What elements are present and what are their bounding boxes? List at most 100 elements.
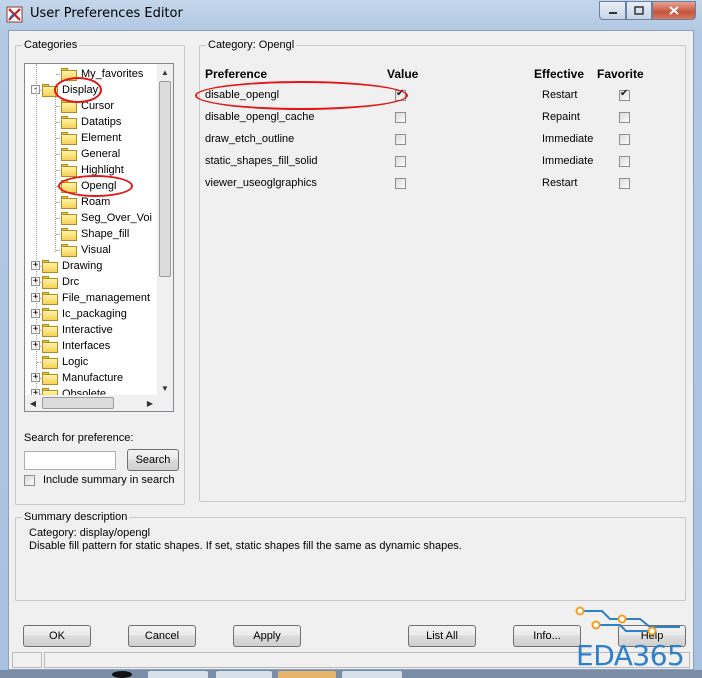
circuit-trace-icon <box>575 606 680 636</box>
favorite-checkbox[interactable] <box>619 134 630 145</box>
tree-node-highlight[interactable]: Highlight <box>53 162 125 178</box>
tree-node-drc[interactable]: Drc <box>34 274 80 290</box>
tree-node-interfaces[interactable]: Interfaces <box>34 338 111 354</box>
tree-node-file_management[interactable]: File_management <box>34 290 151 306</box>
close-button[interactable] <box>652 1 696 20</box>
scroll-up-icon[interactable]: ▲ <box>157 64 173 80</box>
taskbar-button[interactable] <box>342 671 402 678</box>
maximize-button[interactable] <box>626 1 652 20</box>
search-input[interactable] <box>24 451 116 470</box>
folder-icon <box>42 259 58 273</box>
preference-row[interactable]: draw_etch_outline Immediate <box>205 133 645 149</box>
folder-icon <box>42 291 58 305</box>
tree-node-display[interactable]: Display <box>34 82 99 98</box>
tree-node-visual[interactable]: Visual <box>53 242 112 258</box>
scrollbar-corner <box>157 395 173 411</box>
taskbar-button[interactable] <box>278 671 336 678</box>
favorite-checkbox[interactable] <box>619 178 630 189</box>
vertical-scroll-thumb[interactable] <box>159 81 171 277</box>
folder-icon <box>61 243 77 257</box>
category-tree[interactable]: My_favorites - Display Cursor Datatips Elemen… <box>24 63 174 412</box>
include-summary-option[interactable]: Include summary in search <box>24 474 174 486</box>
tree-node-label: Cursor <box>81 100 115 112</box>
favorite-checkbox[interactable] <box>619 156 630 167</box>
tree-node-my_favorites[interactable]: My_favorites <box>53 66 144 82</box>
tree-node-ic_packaging[interactable]: Ic_packaging <box>34 306 128 322</box>
preference-value-checkbox[interactable] <box>395 112 406 123</box>
taskbar-button[interactable] <box>216 671 272 678</box>
list-all-button[interactable]: List All <box>408 625 476 647</box>
cancel-button[interactable]: Cancel <box>128 625 196 647</box>
tree-vertical-scrollbar[interactable]: ▲ ▼ <box>157 64 173 396</box>
preference-row[interactable]: static_shapes_fill_solid Immediate <box>205 155 645 171</box>
include-summary-checkbox[interactable] <box>24 474 35 486</box>
tree-node-interactive[interactable]: Interactive <box>34 322 114 338</box>
category-legend: Category: Opengl <box>206 39 297 51</box>
tree-node-label: Ic_packaging <box>62 308 127 320</box>
tree-horizontal-scrollbar[interactable]: ◀ ▶ <box>25 395 158 411</box>
tree-node-label: My_favorites <box>81 68 144 80</box>
preference-name: viewer_useoglgraphics <box>205 177 317 189</box>
tree-node-seg_over_voi[interactable]: Seg_Over_Voi <box>53 210 153 226</box>
tree-node-label: Interfaces <box>62 340 111 352</box>
preference-value-checkbox[interactable] <box>395 88 406 101</box>
status-cell <box>12 652 42 668</box>
preference-row[interactable]: viewer_useoglgraphics Restart <box>205 177 645 193</box>
preference-effective: Immediate <box>542 133 594 145</box>
preference-row[interactable]: disable_opengl_cache Repaint <box>205 111 645 127</box>
eda365-logo: EDA365 <box>570 605 690 673</box>
horizontal-scroll-thumb[interactable] <box>42 397 114 409</box>
app-window: User Preferences Editor Categories My_fa… <box>0 0 702 678</box>
tree-node-label: Shape_fill <box>81 228 130 240</box>
tree-node-datatips[interactable]: Datatips <box>53 114 122 130</box>
preference-row[interactable]: disable_opengl Restart <box>205 88 645 105</box>
window-title: User Preferences Editor <box>30 6 183 21</box>
tree-node-cursor[interactable]: Cursor <box>53 98 115 114</box>
preference-effective: Immediate <box>542 155 594 167</box>
title-bar[interactable]: User Preferences Editor <box>0 0 702 30</box>
tree-node-opengl[interactable]: Opengl <box>53 178 117 194</box>
favorite-checkbox[interactable] <box>619 88 630 101</box>
taskbar-button[interactable] <box>148 671 208 678</box>
tree-viewport: My_favorites - Display Cursor Datatips Elemen… <box>25 64 158 396</box>
preference-value-checkbox[interactable] <box>395 134 406 145</box>
scroll-down-icon[interactable]: ▼ <box>157 380 173 396</box>
folder-icon <box>42 307 58 321</box>
folder-icon <box>61 115 77 129</box>
search-button[interactable]: Search <box>127 449 179 471</box>
folder-icon <box>61 147 77 161</box>
preference-effective: Restart <box>542 177 578 189</box>
tree-node-logic[interactable]: Logic <box>34 354 89 370</box>
tree-node-label: Logic <box>62 356 89 368</box>
tree-node-label: Element <box>81 132 122 144</box>
tree-node-label: Seg_Over_Voi <box>81 212 152 224</box>
scroll-left-icon[interactable]: ◀ <box>25 395 41 411</box>
tree-node-drawing[interactable]: Drawing <box>34 258 103 274</box>
folder-icon <box>61 227 77 241</box>
favorite-checkbox[interactable] <box>619 112 630 123</box>
start-orb-icon[interactable] <box>112 671 132 678</box>
tree-node-roam[interactable]: Roam <box>53 194 111 210</box>
apply-button[interactable]: Apply <box>233 625 301 647</box>
preference-value-checkbox[interactable] <box>395 156 406 167</box>
tree-node-label: Opengl <box>81 180 117 192</box>
folder-icon <box>61 99 77 113</box>
tree-trunk-line <box>36 64 37 396</box>
tree-node-label: Manufacture <box>62 372 124 384</box>
tree-node-shape_fill[interactable]: Shape_fill <box>53 226 130 242</box>
tree-node-label: Drawing <box>62 260 103 272</box>
folder-icon <box>42 275 58 289</box>
preference-column-header: Preference <box>205 67 268 81</box>
preference-value-checkbox[interactable] <box>395 178 406 189</box>
tree-node-manufacture[interactable]: Manufacture <box>34 370 124 386</box>
tree-node-element[interactable]: Element <box>53 130 122 146</box>
preference-name: disable_opengl <box>205 89 280 101</box>
scroll-right-icon[interactable]: ▶ <box>142 395 158 411</box>
ok-button[interactable]: OK <box>23 625 91 647</box>
minimize-button[interactable] <box>599 1 626 20</box>
tree-node-general[interactable]: General <box>53 146 121 162</box>
summary-category-line: Category: display/opengl <box>29 527 151 539</box>
preference-name: draw_etch_outline <box>205 133 295 145</box>
close-icon <box>669 6 679 15</box>
tree-node-label: Display <box>62 84 99 96</box>
